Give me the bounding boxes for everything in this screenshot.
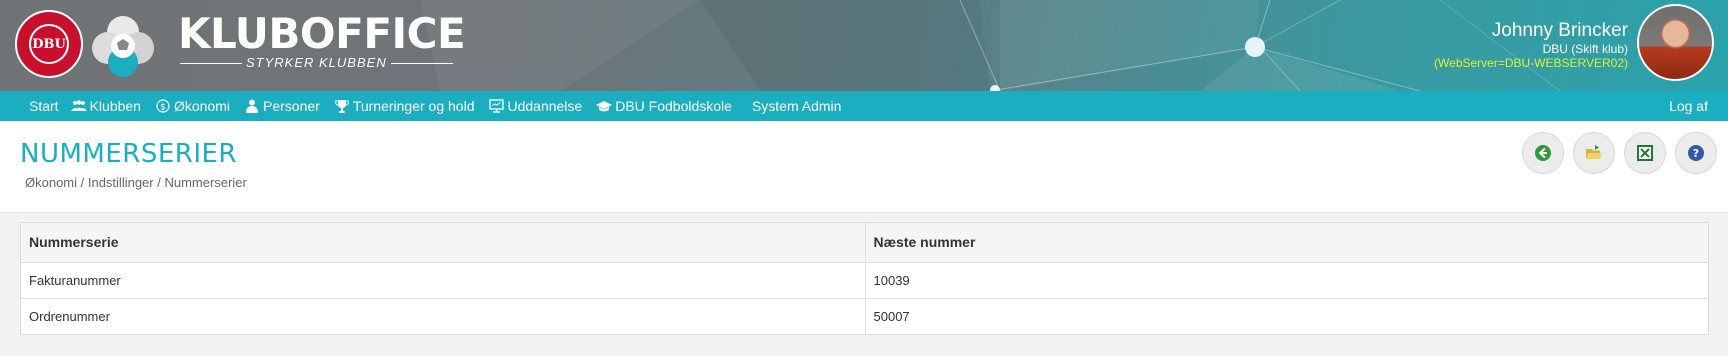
nav-item-klubben[interactable]: Klubben (70, 91, 141, 121)
cell-nummerserie[interactable]: Fakturanummer (21, 262, 866, 299)
kluboffice-logo-icon (92, 16, 154, 77)
table-row[interactable]: Ordrenummer 50007 (21, 298, 1708, 334)
nav-item-label: Personer (263, 98, 320, 114)
user-club-switch[interactable]: DBU (Skift klub) (1434, 42, 1628, 56)
nav-item-start[interactable]: Start (29, 91, 59, 121)
svg-text:$: $ (160, 103, 166, 113)
presentation-icon (488, 99, 504, 113)
user-info: Johnny Brincker DBU (Skift klub) (WebSer… (1434, 20, 1628, 71)
table-header-row: Nummerserie Næste nummer (21, 223, 1708, 263)
avatar[interactable] (1637, 4, 1714, 81)
nav-item-label: DBU Fodboldskole (615, 98, 732, 114)
open-folder-button[interactable] (1573, 132, 1615, 174)
back-arrow-icon (1535, 145, 1551, 161)
nav-item-dbu-fodboldskole[interactable]: DBU Fodboldskole (596, 91, 732, 121)
trophy-icon (334, 99, 350, 113)
nav-item-turneringer[interactable]: Turneringer og hold (334, 91, 475, 121)
user-name: Johnny Brincker (1491, 20, 1628, 41)
brand-subtitle-line-left (180, 62, 242, 64)
dbu-logo-text: DBU (29, 24, 69, 64)
brand: KLUBOFFICE STYRKER KLUBBEN (178, 9, 466, 70)
help-button[interactable]: ? (1675, 132, 1717, 174)
page-title: NUMMERSERIER (20, 139, 237, 169)
brand-subtitle-line-right (390, 62, 453, 64)
header-banner: DBU KLUBOFFICE STYRKER KLUBBEN Johnny Br… (0, 0, 1728, 91)
brand-subtitle: STYRKER KLUBBEN (246, 55, 387, 70)
column-header-nummerserie[interactable]: Nummerserie (21, 223, 866, 263)
user-server: (WebServer=DBU-WEBSERVER02) (1434, 56, 1628, 70)
nav-item-system-admin[interactable]: System Admin (752, 91, 841, 121)
brand-subtitle-wrap: STYRKER KLUBBEN (180, 56, 465, 70)
folder-icon (1586, 145, 1602, 159)
main-nav: Start Klubben $ Økonomi Personer Turneri… (0, 91, 1728, 121)
nav-item-label: Start (29, 98, 59, 114)
person-icon (244, 99, 260, 113)
brand-title: KLUBOFFICE (178, 9, 466, 58)
cell-nummerserie[interactable]: Ordrenummer (21, 298, 866, 334)
nav-item-label: Turneringer og hold (352, 98, 475, 114)
svg-text:?: ? (1693, 147, 1699, 160)
people-icon (70, 99, 87, 113)
nav-item-okonomi[interactable]: $ Økonomi (155, 91, 230, 121)
back-button[interactable] (1522, 132, 1564, 174)
graduation-cap-icon (596, 99, 613, 113)
nav-item-label: Klubben (89, 98, 141, 114)
column-header-naeste-nummer[interactable]: Næste nummer (865, 223, 1708, 263)
excel-icon (1637, 145, 1653, 161)
breadcrumb[interactable]: Økonomi / Indstillinger / Nummerserier (25, 175, 247, 190)
nav-item-label: Økonomi (173, 98, 230, 114)
nav-item-label: System Admin (751, 98, 842, 114)
nummerserier-table: Nummerserie Næste nummer Fakturanummer 1… (20, 222, 1709, 335)
help-icon: ? (1688, 145, 1704, 161)
page-header: NUMMERSERIER Økonomi / Indstillinger / N… (0, 121, 1728, 213)
dbu-logo: DBU (15, 10, 83, 78)
money-icon: $ (155, 99, 171, 113)
cell-naeste-nummer[interactable]: 10039 (865, 262, 1708, 299)
nav-item-personer[interactable]: Personer (244, 91, 320, 121)
nav-item-uddannelse[interactable]: Uddannelse (488, 91, 582, 121)
logout-link[interactable]: Log af (1669, 91, 1708, 121)
table-row[interactable]: Fakturanummer 10039 (21, 262, 1708, 299)
cell-naeste-nummer[interactable]: 50007 (865, 298, 1708, 334)
nav-item-label: Uddannelse (507, 98, 583, 114)
excel-export-button[interactable] (1624, 132, 1666, 174)
